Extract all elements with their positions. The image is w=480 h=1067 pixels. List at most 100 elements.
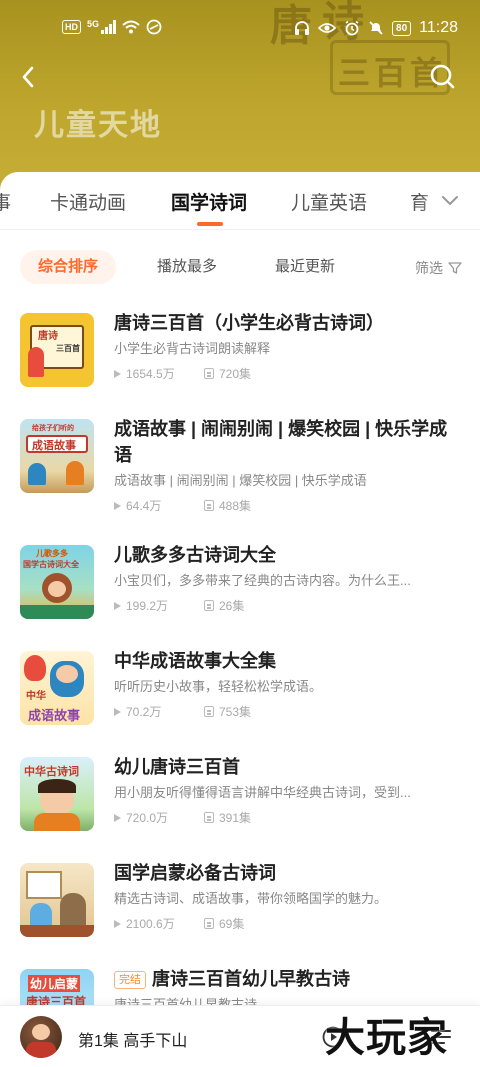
list-item[interactable]: 唐诗 三百首 唐诗三百首（小学生必背古诗词） 小学生必背古诗词朗读解释 1654…: [0, 306, 480, 416]
active-tab-indicator: [197, 222, 223, 226]
status-right: 80 11:28: [294, 19, 458, 37]
cover-text: 中华: [26, 691, 46, 702]
play-count: 70.2万: [114, 703, 204, 720]
list-item[interactable]: 给孩子们听的 成语故事 成语故事 | 闹闹别闹 | 爆笑校园 | 快乐学成语 成…: [0, 412, 480, 538]
episode-count: 488集: [204, 497, 251, 514]
play-count-icon: [114, 601, 121, 610]
album-cover: 唐诗 三百首: [20, 313, 94, 387]
episode-count-value: 69集: [219, 917, 245, 931]
album-meta: 2100.6万 69集: [114, 915, 460, 932]
data-saver-icon: [146, 19, 162, 35]
album-cover: 儿歌多多 国学古诗词大全: [20, 545, 94, 619]
album-title: 成语故事 | 闹闹别闹 | 爆笑校园 | 快乐学成语: [114, 419, 448, 465]
album-cover: 给孩子们听的 成语故事: [20, 419, 94, 493]
sort-bar: 综合排序 播放最多 最近更新 筛选: [0, 250, 480, 286]
chevron-down-icon[interactable]: [440, 192, 460, 208]
album-meta: 720.0万 391集: [114, 809, 460, 826]
clock: 11:28: [419, 19, 458, 36]
episodes-icon: [204, 918, 214, 929]
album-title: 中华成语故事大全集: [114, 651, 276, 671]
episode-count-value: 488集: [219, 499, 252, 513]
album-description: 小宝贝们，多多带来了经典的古诗内容。为什么王...: [114, 573, 411, 588]
episodes-icon: [204, 812, 214, 823]
album-cover: [20, 863, 94, 937]
eye-icon: [318, 23, 337, 33]
wifi-icon: [122, 20, 140, 34]
tab-guoxue-poetry[interactable]: 国学诗词: [171, 188, 247, 215]
cover-text: 唐诗: [38, 331, 58, 342]
item-info: 幼儿唐诗三百首 用小朋友听得懂得语言讲解中华经典古诗词，受到... 720.0万…: [114, 754, 460, 826]
play-count-icon: [114, 919, 121, 928]
watermark-logo: 大玩家: [325, 1014, 448, 1061]
tab-cartoon[interactable]: 卡通动画: [50, 188, 126, 215]
album-title: 国学启蒙必备古诗词: [114, 863, 276, 883]
cover-text: 中华古诗词: [24, 766, 79, 778]
search-icon[interactable]: [428, 62, 458, 92]
play-count-icon: [114, 501, 121, 510]
album-meta: 70.2万 753集: [114, 703, 460, 720]
episode-count: 753集: [204, 703, 251, 720]
play-count-value: 70.2万: [126, 705, 162, 719]
album-title-text: 唐诗三百首幼儿早教古诗: [152, 969, 350, 989]
play-count: 199.2万: [114, 597, 204, 614]
cover-text: 成语故事: [28, 708, 81, 723]
list-item[interactable]: 儿歌多多 国学古诗词大全 儿歌多多古诗词大全 小宝贝们，多多带来了经典的古诗内容…: [0, 538, 480, 648]
status-left: HD 5G: [62, 19, 162, 35]
album-description: 小学生必背古诗词朗读解释: [114, 341, 271, 356]
player-cover[interactable]: [20, 1016, 62, 1058]
episode-count-value: 391集: [219, 811, 252, 825]
album-meta: 199.2万 26集: [114, 597, 460, 614]
alarm-icon: [345, 20, 359, 36]
play-count-value: 199.2万: [126, 599, 169, 613]
item-info: 唐诗三百首（小学生必背古诗词） 小学生必背古诗词朗读解释 1654.5万 720…: [114, 310, 460, 382]
album-title: 儿歌多多古诗词大全: [114, 545, 276, 565]
tab-kids-english[interactable]: 儿童英语: [291, 188, 367, 215]
filter-button[interactable]: 筛选: [415, 258, 462, 278]
item-info: 成语故事 | 闹闹别闹 | 爆笑校园 | 快乐学成语 成语故事 | 闹闹别闹 |…: [114, 416, 460, 514]
battery-indicator: 80: [392, 20, 412, 36]
cover-text: 三百首: [56, 344, 80, 353]
episode-count-value: 753集: [219, 705, 252, 719]
cover-text: 幼儿启蒙: [28, 975, 81, 992]
cover-text: 给孩子们听的: [32, 425, 74, 432]
album-description: 听听历史小故事，轻轻松松学成语。: [114, 679, 323, 694]
album-cover: 中华古诗词: [20, 757, 94, 831]
filter-label: 筛选: [415, 260, 443, 276]
back-arrow-icon[interactable]: [14, 62, 44, 92]
filter-icon: [448, 262, 462, 274]
item-info: 国学启蒙必备古诗词 精选古诗词、成语故事，带你领略国学的魅力。 2100.6万 …: [114, 860, 460, 932]
album-cover: 中华 成语故事: [20, 651, 94, 725]
episode-count: 26集: [204, 597, 244, 614]
play-count-icon: [114, 813, 121, 822]
hd-badge: HD: [62, 20, 81, 34]
play-count-value: 2100.6万: [126, 917, 175, 931]
cover-text: 国学古诗词大全: [23, 560, 79, 569]
item-info: 中华成语故事大全集 听听历史小故事，轻轻松松学成语。 70.2万 753集: [114, 648, 460, 720]
item-info: 儿歌多多古诗词大全 小宝贝们，多多带来了经典的古诗内容。为什么王... 199.…: [114, 542, 460, 614]
sort-recently-updated[interactable]: 最近更新: [275, 250, 335, 284]
list-item[interactable]: 中华 成语故事 中华成语故事大全集 听听历史小故事，轻轻松松学成语。 70.2万…: [0, 644, 480, 754]
play-count: 1654.5万: [114, 365, 204, 382]
play-count: 2100.6万: [114, 915, 204, 932]
play-count: 720.0万: [114, 809, 204, 826]
sort-comprehensive[interactable]: 综合排序: [20, 250, 117, 284]
sort-most-played[interactable]: 播放最多: [157, 250, 217, 284]
header-banner: 唐 诗 三 百 首 HD 5G 80 11:28 儿童天地: [0, 0, 480, 200]
content-panel: 事 卡通动画 国学诗词 儿童英语 育 综合排序 播放最多 最近更新 筛选 唐诗 …: [0, 172, 480, 1067]
album-title: 完结 唐诗三百首幼儿早教古诗: [114, 966, 460, 992]
episode-count-value: 26集: [219, 599, 245, 613]
network-type: 5G: [87, 19, 100, 29]
now-playing-title[interactable]: 第1集 高手下山: [78, 1027, 187, 1051]
episode-count: 391集: [204, 809, 251, 826]
episodes-icon: [204, 500, 214, 511]
status-bar: HD 5G 80 11:28: [0, 0, 480, 60]
list-item[interactable]: 中华古诗词 幼儿唐诗三百首 用小朋友听得懂得语言讲解中华经典古诗词，受到... …: [0, 750, 480, 860]
signal-icon: [101, 20, 117, 34]
list-item[interactable]: 国学启蒙必备古诗词 精选古诗词、成语故事，带你领略国学的魅力。 2100.6万 …: [0, 856, 480, 966]
cover-text: 成语故事: [32, 440, 76, 452]
album-title: 唐诗三百首（小学生必背古诗词）: [114, 313, 384, 333]
album-description: 精选古诗词、成语故事，带你领略国学的魅力。: [114, 891, 388, 906]
tab-partial-left[interactable]: 事: [0, 188, 11, 215]
mute-icon: [369, 21, 383, 35]
album-description: 用小朋友听得懂得语言讲解中华经典古诗词，受到...: [114, 785, 411, 800]
